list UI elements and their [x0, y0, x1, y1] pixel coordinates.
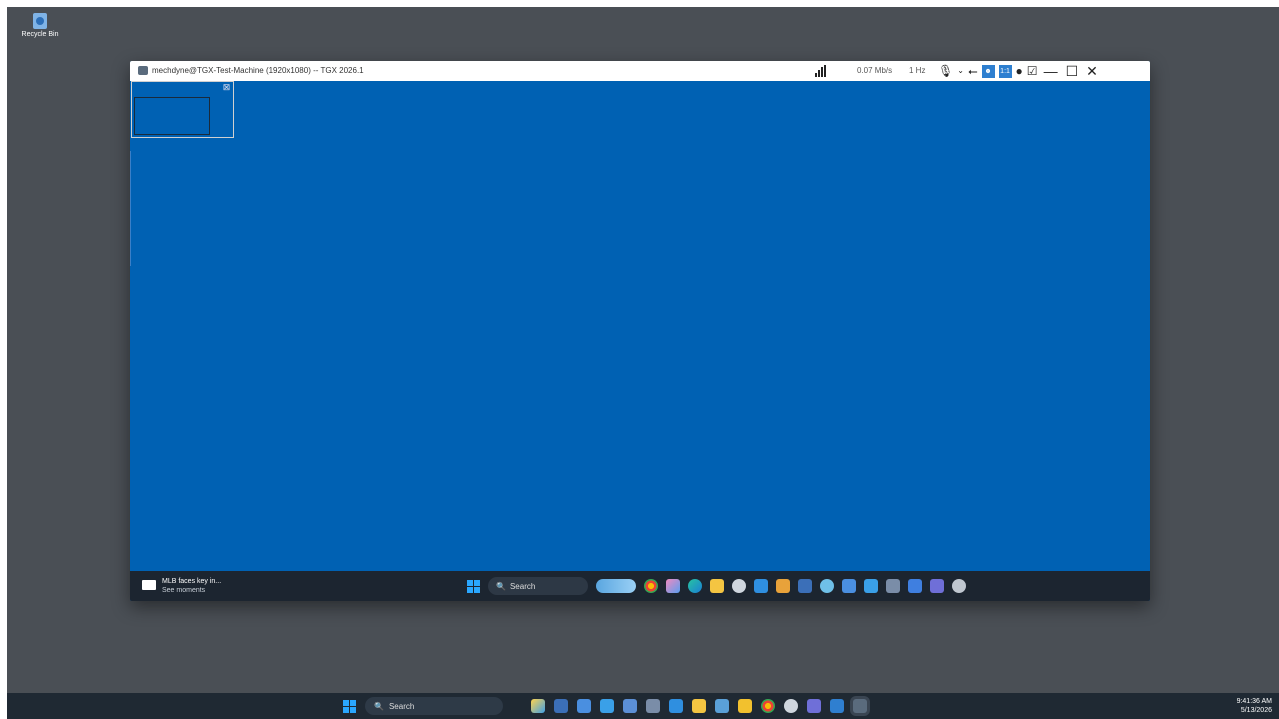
- paint-icon[interactable]: [531, 699, 545, 713]
- settings-icon[interactable]: [784, 699, 798, 713]
- system-clock[interactable]: 9:41:36 AM 5/13/2026: [1237, 697, 1272, 715]
- thumbnail-viewport[interactable]: [134, 97, 210, 135]
- remote-desktop-icon[interactable]: [842, 579, 856, 593]
- terminal-icon[interactable]: [554, 699, 568, 713]
- mlb-news-icon: [142, 580, 156, 590]
- thumbnail-close-icon[interactable]: ⊠: [222, 83, 231, 92]
- monitor-icon[interactable]: [715, 699, 729, 713]
- remote-taskbar-icons: 🔍 Search: [467, 571, 966, 601]
- tgx-viewer-icon[interactable]: [830, 699, 844, 713]
- notepad-icon[interactable]: [908, 579, 922, 593]
- teams-icon[interactable]: [930, 579, 944, 593]
- visual-studio-icon[interactable]: [669, 699, 683, 713]
- bitrate-readout: 0.07 Mb/s: [857, 66, 893, 75]
- tgx-app-icon: [138, 66, 148, 75]
- control-panel-icon[interactable]: [646, 699, 660, 713]
- user-icon[interactable]: ☻: [981, 64, 995, 78]
- edge-handle[interactable]: [130, 151, 131, 266]
- terminal-icon[interactable]: [798, 579, 812, 593]
- host-taskbar-icons: 🔍 Search: [343, 693, 867, 719]
- search-label: Search: [388, 701, 415, 711]
- news-widget[interactable]: MLB faces key in... See moments: [142, 577, 221, 595]
- remote-session-icon[interactable]: [853, 699, 867, 713]
- file-explorer-icon[interactable]: [710, 579, 724, 593]
- recycle-bin-icon: [33, 13, 47, 29]
- microphone-icon[interactable]: 🎙: [938, 61, 953, 81]
- clock-time: 9:41:36 AM: [1236, 698, 1272, 705]
- network-icon[interactable]: [820, 579, 834, 593]
- window-title: mechdyne@TGX-Test-Machine (1920x1080) --…: [152, 66, 364, 75]
- sticky-notes-icon[interactable]: [738, 699, 752, 713]
- session-toolbar: 🎙 ⌄ ⭠ ☻ 1:1 ● ☑ — ☐ ✕: [938, 61, 1100, 81]
- remote-search-box[interactable]: 🔍 Search: [488, 577, 588, 595]
- remote-app-icon[interactable]: [623, 699, 637, 713]
- framerate-readout: 1 Hz: [909, 66, 926, 75]
- search-label: Search: [509, 581, 536, 591]
- close-icon[interactable]: ✕: [1084, 63, 1100, 80]
- edge-icon[interactable]: [688, 579, 702, 593]
- fit-window-icon[interactable]: ☑: [1027, 61, 1038, 81]
- remote-title-bar[interactable]: mechdyne@TGX-Test-Machine (1920x1080) --…: [130, 61, 1150, 81]
- app-icon[interactable]: [776, 579, 790, 593]
- remote-desktop-icon[interactable]: [577, 699, 591, 713]
- start-icon[interactable]: [467, 579, 480, 593]
- news-subtitle: See moments: [162, 587, 206, 594]
- signal-strength-icon: [815, 65, 829, 77]
- remote-session-window[interactable]: mechdyne@TGX-Test-Machine (1920x1080) --…: [130, 61, 1150, 601]
- host-search-box[interactable]: 🔍 Search: [365, 697, 503, 715]
- gear-icon[interactable]: [952, 579, 966, 593]
- search-icon: 🔍: [374, 701, 384, 711]
- one-to-one-icon[interactable]: 1:1: [998, 64, 1012, 78]
- usb-icon[interactable]: ⭠: [968, 61, 978, 81]
- copilot-icon[interactable]: [666, 579, 680, 593]
- photos-icon[interactable]: [864, 579, 878, 593]
- chrome-icon[interactable]: [761, 699, 775, 713]
- session-thumbnail[interactable]: ⊠: [131, 81, 234, 138]
- settings-icon[interactable]: [732, 579, 746, 593]
- remote-taskbar: MLB faces key in... See moments 🔍 Search: [130, 571, 1150, 601]
- chevron-down-icon[interactable]: ⌄: [957, 61, 964, 81]
- file-explorer-icon[interactable]: [692, 699, 706, 713]
- clock-date: 5/13/2026: [1240, 707, 1272, 714]
- control-panel-icon[interactable]: [886, 579, 900, 593]
- host-taskbar: 🔍 Search 9:41:36 AM 5/13/2026: [7, 693, 1279, 719]
- recycle-bin[interactable]: Recycle Bin: [15, 13, 65, 38]
- restore-icon[interactable]: ☐: [1064, 63, 1081, 80]
- news-headline: MLB faces key in...: [162, 578, 222, 585]
- search-icon: 🔍: [496, 581, 506, 591]
- chrome-icon[interactable]: [644, 579, 658, 593]
- whale-widget-icon[interactable]: [596, 579, 636, 593]
- recycle-bin-label: Recycle Bin: [21, 31, 59, 38]
- start-icon[interactable]: [343, 699, 356, 713]
- palette-icon[interactable]: ●: [1016, 61, 1023, 81]
- teams-icon[interactable]: [807, 699, 821, 713]
- photos-icon[interactable]: [600, 699, 614, 713]
- minimize-icon[interactable]: —: [1042, 63, 1060, 79]
- visual-studio-icon[interactable]: [754, 579, 768, 593]
